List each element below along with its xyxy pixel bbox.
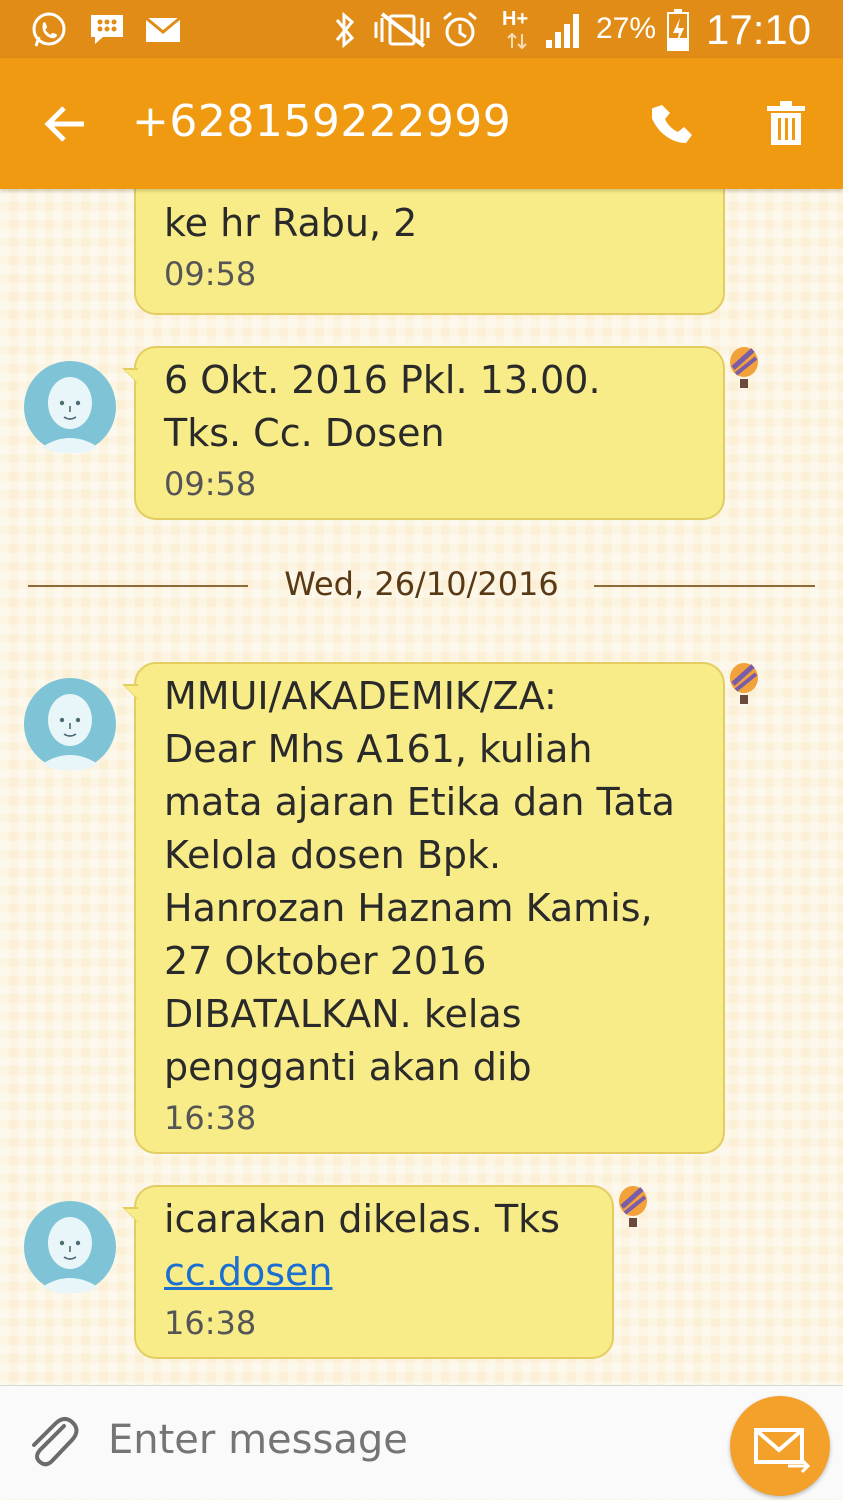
alarm-icon xyxy=(443,11,477,47)
network-type: H+ xyxy=(502,8,529,30)
message-text: ke hr Rabu, 2 xyxy=(164,201,418,245)
avatar[interactable] xyxy=(24,361,116,453)
message-bubble[interactable]: ke hr Rabu, 2 09:58 xyxy=(134,189,725,315)
battery-percent: 27% xyxy=(596,12,657,45)
balloon-icon xyxy=(619,1186,647,1227)
signal-icon xyxy=(546,14,579,48)
message-bubble[interactable]: icarakan dikelas. Tks cc.dosen 16:38 xyxy=(122,1185,614,1359)
message-time: 09:58 xyxy=(164,255,257,293)
back-arrow-icon[interactable] xyxy=(44,104,86,144)
paperclip-icon[interactable] xyxy=(26,1412,80,1472)
avatar[interactable] xyxy=(24,678,116,770)
message-time: 16:38 xyxy=(164,1304,257,1342)
bbm-icon xyxy=(91,15,123,44)
clock: 17:10 xyxy=(706,6,812,53)
message-text: 6 Okt. 2016 Pkl. 13.00. Tks. Cc. Dosen xyxy=(164,358,601,455)
vibrate-off-icon xyxy=(374,12,430,48)
compose-bar xyxy=(0,1385,843,1499)
message-input[interactable] xyxy=(108,1410,708,1470)
message-text: MMUI/AKADEMIK/ZA: Dear Mhs A161, kuliah … xyxy=(164,674,675,1089)
trash-icon[interactable] xyxy=(765,100,807,146)
contact-number: +628159222999 xyxy=(132,96,512,147)
send-button[interactable] xyxy=(730,1396,830,1496)
app-bar: +628159222999 xyxy=(0,58,843,189)
message-bubble[interactable]: MMUI/AKADEMIK/ZA: Dear Mhs A161, kuliah … xyxy=(122,662,725,1154)
date-label: Wed, 26/10/2016 xyxy=(284,565,559,603)
bluetooth-icon xyxy=(335,11,355,49)
balloon-icon xyxy=(730,347,758,388)
avatar[interactable] xyxy=(24,1201,116,1293)
message-time: 16:38 xyxy=(164,1099,257,1137)
mail-icon xyxy=(145,16,181,42)
message-text: icarakan dikelas. Tks xyxy=(164,1197,560,1241)
phone-icon[interactable] xyxy=(652,102,696,146)
message-time: 09:58 xyxy=(164,465,257,503)
status-bar: H+ 27% 17:10 xyxy=(0,0,843,58)
battery-charging-icon xyxy=(667,9,689,51)
whatsapp-icon xyxy=(32,12,66,47)
data-arrows-icon xyxy=(507,32,527,50)
message-bubble[interactable]: 6 Okt. 2016 Pkl. 13.00. Tks. Cc. Dosen 0… xyxy=(122,346,725,520)
balloon-icon xyxy=(730,663,758,704)
message-link[interactable]: cc.dosen xyxy=(164,1250,333,1294)
message-thread[interactable]: ke hr Rabu, 2 09:58 6 Okt. 2016 Pkl. 13.… xyxy=(0,189,843,1385)
date-separator: Wed, 26/10/2016 xyxy=(28,565,815,605)
send-mail-icon xyxy=(754,1428,811,1474)
